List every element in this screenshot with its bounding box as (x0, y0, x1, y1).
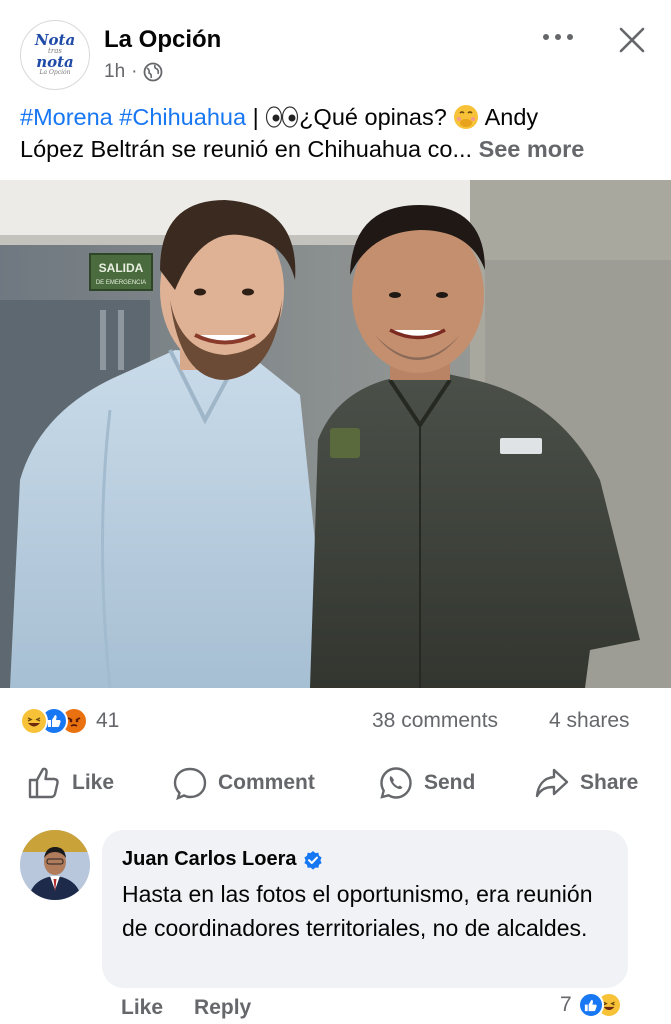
comment-text: Hasta en las fotos el oportunismo, era r… (122, 881, 593, 941)
comment-actions: Like Reply (121, 996, 251, 1020)
comment-like-button[interactable]: Like (121, 996, 163, 1020)
more-options-button[interactable] (538, 22, 578, 52)
caption-text-line1: Andy (484, 104, 539, 130)
post-meta: 1h · (104, 61, 163, 83)
close-icon (619, 27, 645, 53)
exit-sign-text: SALIDA (99, 261, 144, 275)
comment-icon (173, 767, 207, 801)
haha-icon (20, 707, 48, 735)
see-more-link[interactable]: See more (479, 136, 585, 162)
commenter-name-row: Juan Carlos Loera (122, 848, 608, 871)
post-header: Nota tras nota La Opción La Opción 1h · (0, 0, 671, 100)
hand-over-mouth-emoji-icon (453, 104, 479, 130)
comment-bubble[interactable]: Juan Carlos Loera Hasta en las fotos el … (102, 830, 628, 988)
comments-count[interactable]: 38 comments (372, 709, 498, 733)
logo-text: La Opción (39, 69, 71, 76)
photo-illustration: SALIDA DE EMERGENCIA (0, 180, 671, 688)
send-button[interactable]: Send (378, 758, 475, 808)
exit-sign-subtext: DE EMERGENCIA (96, 280, 146, 286)
more-icon (543, 34, 573, 40)
post-caption: #Morena #Chihuahua | ¿Qué opinas? Andy L… (20, 101, 660, 165)
comment-item: Juan Carlos Loera Hasta en las fotos el … (0, 825, 671, 1024)
eyes-emoji-icon (265, 104, 299, 130)
reaction-summary[interactable]: 41 (20, 707, 119, 735)
thumbs-up-icon (28, 767, 59, 799)
share-arrow-icon (535, 768, 569, 798)
like-label: Like (72, 771, 115, 794)
verified-badge-icon (303, 850, 323, 870)
hashtag-morena[interactable]: #Morena (20, 104, 113, 130)
caption-question: ¿Qué opinas? (299, 104, 447, 130)
meta-separator: · (131, 61, 138, 82)
commenter-avatar[interactable] (20, 830, 90, 900)
comment-reactions[interactable]: 7 (560, 992, 622, 1018)
comment-reaction-count: 7 (560, 993, 572, 1016)
shares-count[interactable]: 4 shares (549, 709, 630, 733)
like-button[interactable]: Like (26, 758, 114, 808)
send-label: Send (424, 771, 476, 794)
commenter-name[interactable]: Juan Carlos Loera (122, 848, 297, 871)
page-name[interactable]: La Opción (104, 26, 221, 54)
reaction-count: 41 (96, 709, 120, 732)
comment-button[interactable]: Comment (172, 758, 315, 808)
hashtag-chihuahua[interactable]: #Chihuahua (119, 104, 246, 130)
share-button[interactable]: Share (534, 758, 638, 808)
page-avatar[interactable]: Nota tras nota La Opción (20, 20, 90, 90)
logo-text: nota (36, 53, 74, 71)
like-icon (577, 992, 604, 1018)
post-time[interactable]: 1h (104, 61, 125, 83)
share-label: Share (580, 771, 639, 794)
action-bar: Like Comment Send Share (0, 758, 671, 808)
caption-text-line2: López Beltrán se reunió en Chihuahua co.… (20, 136, 473, 162)
close-button[interactable] (612, 20, 652, 60)
post-stats: 41 38 comments 4 shares (0, 700, 671, 744)
post-photo[interactable]: SALIDA DE EMERGENCIA (0, 180, 671, 688)
comment-label: Comment (218, 771, 315, 794)
comment-reply-button[interactable]: Reply (194, 996, 251, 1020)
whatsapp-icon (380, 767, 412, 799)
caption-separator: | (252, 104, 259, 130)
globe-icon (143, 62, 163, 82)
logo-text: Nota (34, 31, 76, 49)
